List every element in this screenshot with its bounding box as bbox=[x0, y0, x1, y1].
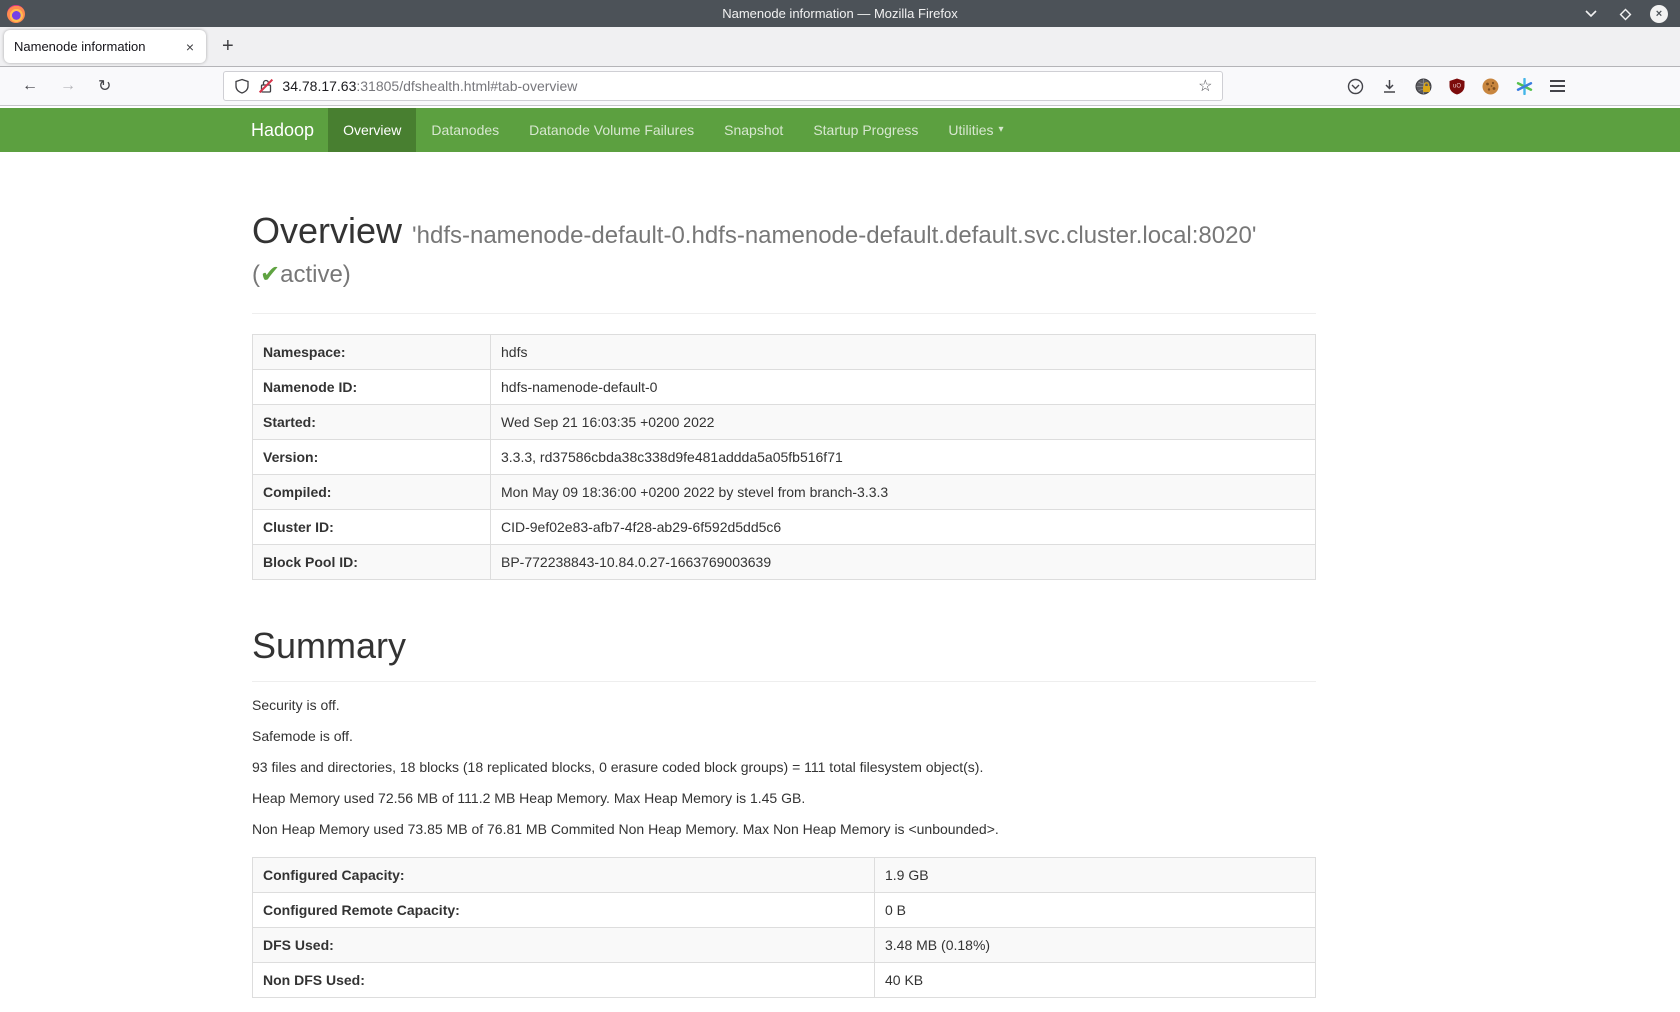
row-value: 3.48 MB (0.18%) bbox=[875, 928, 1316, 963]
table-row: Cluster ID:CID-9ef02e83-afb7-4f28-ab29-6… bbox=[253, 510, 1316, 545]
capacity-table: Configured Capacity:1.9 GB Configured Re… bbox=[252, 857, 1316, 998]
overview-title: Overview bbox=[252, 210, 402, 251]
pocket-icon[interactable] bbox=[1347, 78, 1364, 95]
namenode-info-table: Namespace:hdfs Namenode ID:hdfs-namenode… bbox=[252, 334, 1316, 580]
url-text[interactable]: 34.78.17.63:31805/dfshealth.html#tab-ove… bbox=[282, 78, 577, 94]
new-tab-button[interactable]: + bbox=[222, 35, 234, 58]
nav-tab-datanode-volume-failures-label: Datanode Volume Failures bbox=[529, 108, 694, 152]
overview-header: Overview 'hdfs-namenode-default-0.hdfs-n… bbox=[252, 210, 1316, 314]
window-titlebar: Namenode information — Mozilla Firefox × bbox=[0, 0, 1680, 27]
summary-line: Security is off. bbox=[252, 698, 1680, 713]
shield-icon[interactable] bbox=[234, 78, 250, 94]
row-label: Configured Remote Capacity: bbox=[253, 893, 875, 928]
table-row: Started:Wed Sep 21 16:03:35 +0200 2022 bbox=[253, 405, 1316, 440]
browser-toolbar: ← → ↻ 34.78.17.63:31805/dfshealth.html#t… bbox=[0, 67, 1680, 106]
summary-line: Heap Memory used 72.56 MB of 111.2 MB He… bbox=[252, 791, 1680, 806]
url-path: :31805/dfshealth.html#tab-overview bbox=[356, 78, 577, 94]
tab-close-icon[interactable]: × bbox=[184, 39, 196, 55]
hadoop-navbar: Hadoop Overview Datanodes Datanode Volum… bbox=[0, 108, 1680, 152]
row-label: Compiled: bbox=[253, 475, 491, 510]
summary-line: 93 files and directories, 18 blocks (18 … bbox=[252, 760, 1680, 775]
ublock-origin-icon[interactable]: uO bbox=[1449, 78, 1465, 95]
url-bar[interactable]: 34.78.17.63:31805/dfshealth.html#tab-ove… bbox=[223, 71, 1223, 101]
url-host: 34.78.17.63 bbox=[282, 78, 356, 94]
tab-title: Namenode information bbox=[14, 39, 184, 54]
summary-line: Non Heap Memory used 73.85 MB of 76.81 M… bbox=[252, 822, 1680, 837]
namenode-address: 'hdfs-namenode-default-0.hdfs-namenode-d… bbox=[412, 222, 1256, 249]
nav-tab-datanodes[interactable]: Datanodes bbox=[416, 108, 514, 152]
table-row: Non DFS Used:40 KB bbox=[253, 963, 1316, 998]
browser-tab[interactable]: Namenode information × bbox=[4, 30, 206, 63]
table-row: Namenode ID:hdfs-namenode-default-0 bbox=[253, 370, 1316, 405]
row-label: Namespace: bbox=[253, 335, 491, 370]
table-row: Compiled:Mon May 09 18:36:00 +0200 2022 … bbox=[253, 475, 1316, 510]
nav-tab-datanodes-label: Datanodes bbox=[431, 108, 499, 152]
row-value: hdfs-namenode-default-0 bbox=[491, 370, 1316, 405]
window-maximize-icon[interactable] bbox=[1616, 5, 1634, 23]
page-title: Overview 'hdfs-namenode-default-0.hdfs-n… bbox=[252, 210, 1316, 252]
asterisk-extension-icon[interactable] bbox=[1516, 78, 1533, 95]
row-value: hdfs bbox=[491, 335, 1316, 370]
summary-text: Security is off. Safemode is off. 93 fil… bbox=[252, 698, 1680, 837]
check-icon: ✔ bbox=[260, 261, 280, 288]
nav-dropdown-utilities-label: Utilities bbox=[948, 108, 993, 152]
nav-tab-snapshot-label: Snapshot bbox=[724, 108, 783, 152]
menu-icon[interactable] bbox=[1550, 80, 1565, 92]
reload-button[interactable]: ↻ bbox=[98, 76, 111, 96]
row-value: 40 KB bbox=[875, 963, 1316, 998]
forward-button[interactable]: → bbox=[60, 77, 76, 95]
row-label: Started: bbox=[253, 405, 491, 440]
row-label: Block Pool ID: bbox=[253, 545, 491, 580]
nav-tab-startup-progress[interactable]: Startup Progress bbox=[798, 108, 933, 152]
row-value: Wed Sep 21 16:03:35 +0200 2022 bbox=[491, 405, 1316, 440]
table-row: Version:3.3.3, rd37586cbda38c338d9fe481a… bbox=[253, 440, 1316, 475]
window-close-icon[interactable]: × bbox=[1650, 5, 1668, 23]
insecure-lock-icon[interactable] bbox=[258, 78, 274, 94]
hadoop-brand[interactable]: Hadoop bbox=[251, 108, 314, 152]
downloads-icon[interactable] bbox=[1381, 78, 1398, 95]
summary-line: Safemode is off. bbox=[252, 729, 1680, 744]
page-content: Overview 'hdfs-namenode-default-0.hdfs-n… bbox=[0, 210, 1680, 998]
svg-text:uO: uO bbox=[1453, 83, 1461, 89]
row-value: CID-9ef02e83-afb7-4f28-ab29-6f592d5dd5c6 bbox=[491, 510, 1316, 545]
row-value: 3.3.3, rd37586cbda38c338d9fe481addda5a05… bbox=[491, 440, 1316, 475]
row-label: Namenode ID: bbox=[253, 370, 491, 405]
nav-tab-startup-progress-label: Startup Progress bbox=[813, 108, 918, 152]
row-label: Non DFS Used: bbox=[253, 963, 875, 998]
cookie-extension-icon[interactable] bbox=[1482, 78, 1499, 95]
window-title: Namenode information — Mozilla Firefox bbox=[0, 6, 1680, 21]
tab-strip: Namenode information × + bbox=[0, 27, 1680, 67]
table-row: Namespace:hdfs bbox=[253, 335, 1316, 370]
row-label: Configured Capacity: bbox=[253, 858, 875, 893]
row-value: BP-772238843-10.84.0.27-1663769003639 bbox=[491, 545, 1316, 580]
row-value: Mon May 09 18:36:00 +0200 2022 by stevel… bbox=[491, 475, 1316, 510]
table-row: DFS Used:3.48 MB (0.18%) bbox=[253, 928, 1316, 963]
privacy-extension-icon[interactable] bbox=[1415, 78, 1432, 95]
row-label: Cluster ID: bbox=[253, 510, 491, 545]
bookmark-star-icon[interactable]: ☆ bbox=[1198, 76, 1212, 96]
nav-dropdown-utilities[interactable]: Utilities ▾ bbox=[933, 108, 1018, 152]
row-label: Version: bbox=[253, 440, 491, 475]
nav-tab-datanode-volume-failures[interactable]: Datanode Volume Failures bbox=[514, 108, 709, 152]
caret-down-icon: ▾ bbox=[999, 108, 1004, 152]
summary-title: Summary bbox=[252, 625, 1316, 667]
namenode-status: (✔active) bbox=[252, 260, 1316, 289]
back-button[interactable]: ← bbox=[22, 77, 38, 95]
table-row: Block Pool ID:BP-772238843-10.84.0.27-16… bbox=[253, 545, 1316, 580]
nav-tab-overview-label: Overview bbox=[343, 108, 401, 152]
row-value: 0 B bbox=[875, 893, 1316, 928]
nav-tab-snapshot[interactable]: Snapshot bbox=[709, 108, 798, 152]
row-value: 1.9 GB bbox=[875, 858, 1316, 893]
window-minimize-icon[interactable] bbox=[1582, 5, 1600, 23]
table-row: Configured Remote Capacity:0 B bbox=[253, 893, 1316, 928]
nav-tab-overview[interactable]: Overview bbox=[328, 108, 416, 152]
table-row: Configured Capacity:1.9 GB bbox=[253, 858, 1316, 893]
summary-header: Summary bbox=[252, 625, 1316, 682]
row-label: DFS Used: bbox=[253, 928, 875, 963]
